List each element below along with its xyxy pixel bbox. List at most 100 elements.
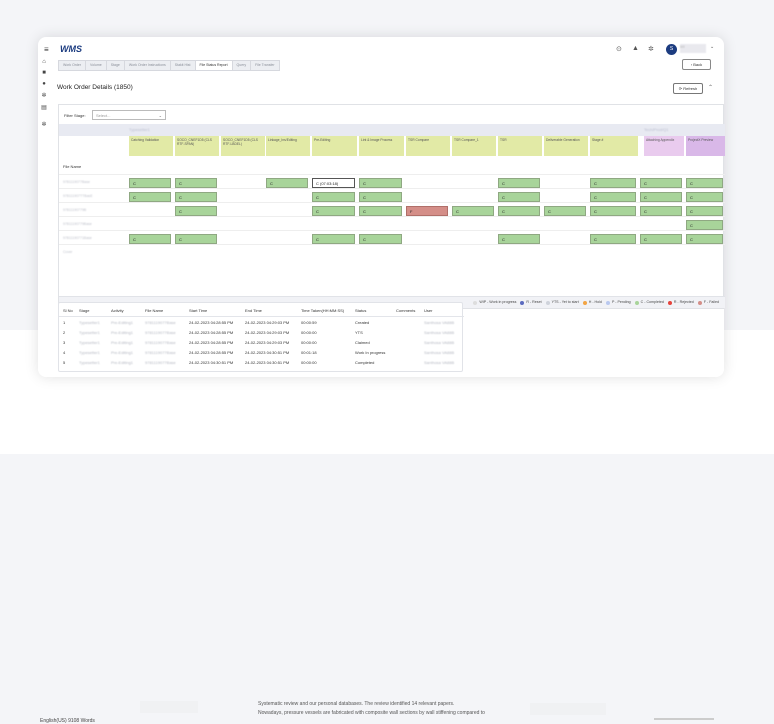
report-row: 2 Typesetter1 Pre-Editing1 9781119077Base 24… [59, 328, 464, 337]
tab-volume[interactable]: Volume [85, 60, 107, 71]
grid-row: 978111907TTBasE C C C C C C C C [59, 188, 725, 202]
report-cell: 5 [63, 360, 66, 365]
status-cell[interactable]: C [175, 206, 217, 216]
report-cell: 00:00:59 [301, 320, 317, 325]
file-name[interactable]: 97811190771Base [63, 236, 92, 240]
home-icon[interactable]: ⌂ [40, 59, 48, 65]
status-cell[interactable]: C [640, 178, 682, 188]
grid-row: 9781119077Base C C C C (07:03:18) C C C C C [59, 174, 725, 188]
status-cell[interactable]: C [640, 234, 682, 244]
hamburger-menu-icon[interactable]: ≡ [44, 45, 49, 54]
tab-stage[interactable]: Stage [105, 60, 125, 71]
refresh-button[interactable]: ⟳ Refresh [673, 83, 703, 94]
back-button[interactable]: ‹ Back [682, 59, 711, 70]
collapse-icon[interactable]: ⌃ [708, 84, 713, 91]
status-cell[interactable]: C [175, 234, 217, 244]
status-cell[interactable]: C [129, 192, 171, 202]
status-cell[interactable]: C [359, 206, 402, 216]
status-cell[interactable]: C [312, 206, 355, 216]
status-cell[interactable]: C [129, 178, 171, 188]
legend-label: F - Failed [703, 300, 719, 304]
gear-icon[interactable]: ✲ [40, 121, 48, 128]
status-cell[interactable]: C [312, 234, 355, 244]
legend-item: C - Completed [634, 299, 664, 306]
report-cell: Completed [355, 360, 375, 365]
legend-dot-icon [697, 300, 702, 305]
nav-tabs: Work Order Volume Stage Work Order Instruct… [58, 60, 280, 71]
report-cell: Claimed [355, 340, 370, 345]
status-cell[interactable]: C [686, 192, 723, 202]
legend-item: H - Hold [582, 299, 602, 306]
status-cell[interactable]: C [498, 234, 540, 244]
status-cell[interactable]: C [312, 192, 355, 202]
status-cell[interactable]: C [590, 178, 636, 188]
file-name[interactable]: 978111907TTBasE [63, 194, 93, 198]
file-name[interactable]: Cover [63, 250, 72, 254]
legend-label: R - Rejected [673, 300, 694, 304]
status-cell[interactable]: C [544, 206, 586, 216]
report-cell: Santhosa VA88B [424, 320, 455, 325]
status-cell[interactable]: C [686, 220, 723, 230]
status-cell[interactable]: C [359, 178, 402, 188]
tab-work-order-instructions[interactable]: Work Order Instructions [123, 60, 171, 71]
status-cell[interactable]: C [590, 192, 636, 202]
filter-placeholder: Select... [96, 113, 111, 118]
user-name[interactable]: Wi [680, 44, 706, 53]
status-cell[interactable]: C [175, 192, 217, 202]
status-cell[interactable]: C [129, 234, 171, 244]
chevron-down-icon[interactable]: ⌄ [710, 44, 714, 50]
file-name[interactable]: 97811190779B [63, 208, 86, 212]
legend-label: YTS - Yet to start [551, 300, 579, 304]
report-cell: 9781119077Base [145, 360, 176, 365]
status-cell[interactable]: C [359, 192, 402, 202]
report-header-cell: File Name [145, 308, 164, 313]
column-header: TSR [498, 136, 542, 156]
doc-line: Nowadays, pressure vessels are fabricate… [258, 710, 485, 716]
file-name[interactable]: 97811190779Base [63, 222, 92, 226]
document-icon[interactable]: ▤ [40, 104, 48, 111]
filter-stage-select[interactable]: Select... ⌄ [92, 110, 166, 120]
legend-dot-icon [473, 300, 478, 305]
status-cell[interactable]: C [640, 192, 682, 202]
column-header: Lint & Image Process [359, 136, 404, 156]
legend-dot-icon [545, 300, 550, 305]
bell-icon[interactable]: ▲ [632, 45, 639, 52]
report-cell: 00:01:18 [301, 350, 317, 355]
tab-stakit-hist[interactable]: Stakit Hist [169, 60, 196, 71]
tab-work-order[interactable]: Work Order [58, 60, 87, 71]
status-cell[interactable]: C [266, 178, 308, 188]
status-cell[interactable]: C [590, 206, 636, 216]
user-icon[interactable]: ● [40, 81, 48, 87]
status-cell[interactable]: C [640, 206, 682, 216]
status-cell[interactable]: C [498, 192, 540, 202]
zoom-slider[interactable] [654, 718, 714, 720]
status-cell[interactable]: C [452, 206, 494, 216]
status-cell[interactable]: C [498, 178, 540, 188]
settings-icon[interactable]: ✲ [40, 92, 48, 99]
status-cell[interactable]: C [686, 178, 723, 188]
gear-icon[interactable]: ✲ [648, 45, 654, 53]
clock-icon[interactable]: ⊙ [616, 45, 622, 53]
column-header: TSR Compare_1 [452, 136, 496, 156]
status-cell[interactable]: C [590, 234, 636, 244]
legend-dot-icon [520, 300, 525, 305]
file-name[interactable]: 9781119077Base [63, 180, 90, 184]
report-cell: 24-02-2023 04:29:03 PM [245, 340, 290, 345]
tab-file-status-report[interactable]: File Status Report [194, 60, 233, 71]
status-cell[interactable]: C [686, 206, 723, 216]
avatar[interactable]: S [666, 44, 677, 55]
status-cell[interactable]: C [686, 234, 723, 244]
status-cell[interactable]: C [175, 178, 217, 188]
tab-file-transfer[interactable]: File Transfer [250, 60, 280, 71]
status-cell[interactable]: F [406, 206, 448, 216]
status-cell[interactable]: C [498, 206, 540, 216]
report-cell: Pre-Editing1 [111, 340, 134, 345]
file-icon[interactable]: ■ [40, 70, 48, 76]
legend-label: R - Reset [526, 300, 542, 304]
column-header: Catching Validation [129, 136, 173, 156]
status-cell[interactable]: C [359, 234, 402, 244]
report-cell: Typesetter1 [79, 360, 100, 365]
tab-query[interactable]: Query [231, 60, 252, 71]
status-cell[interactable]: C (07:03:18) [312, 178, 355, 188]
legend-label: WIP - Work in progress [479, 300, 517, 304]
